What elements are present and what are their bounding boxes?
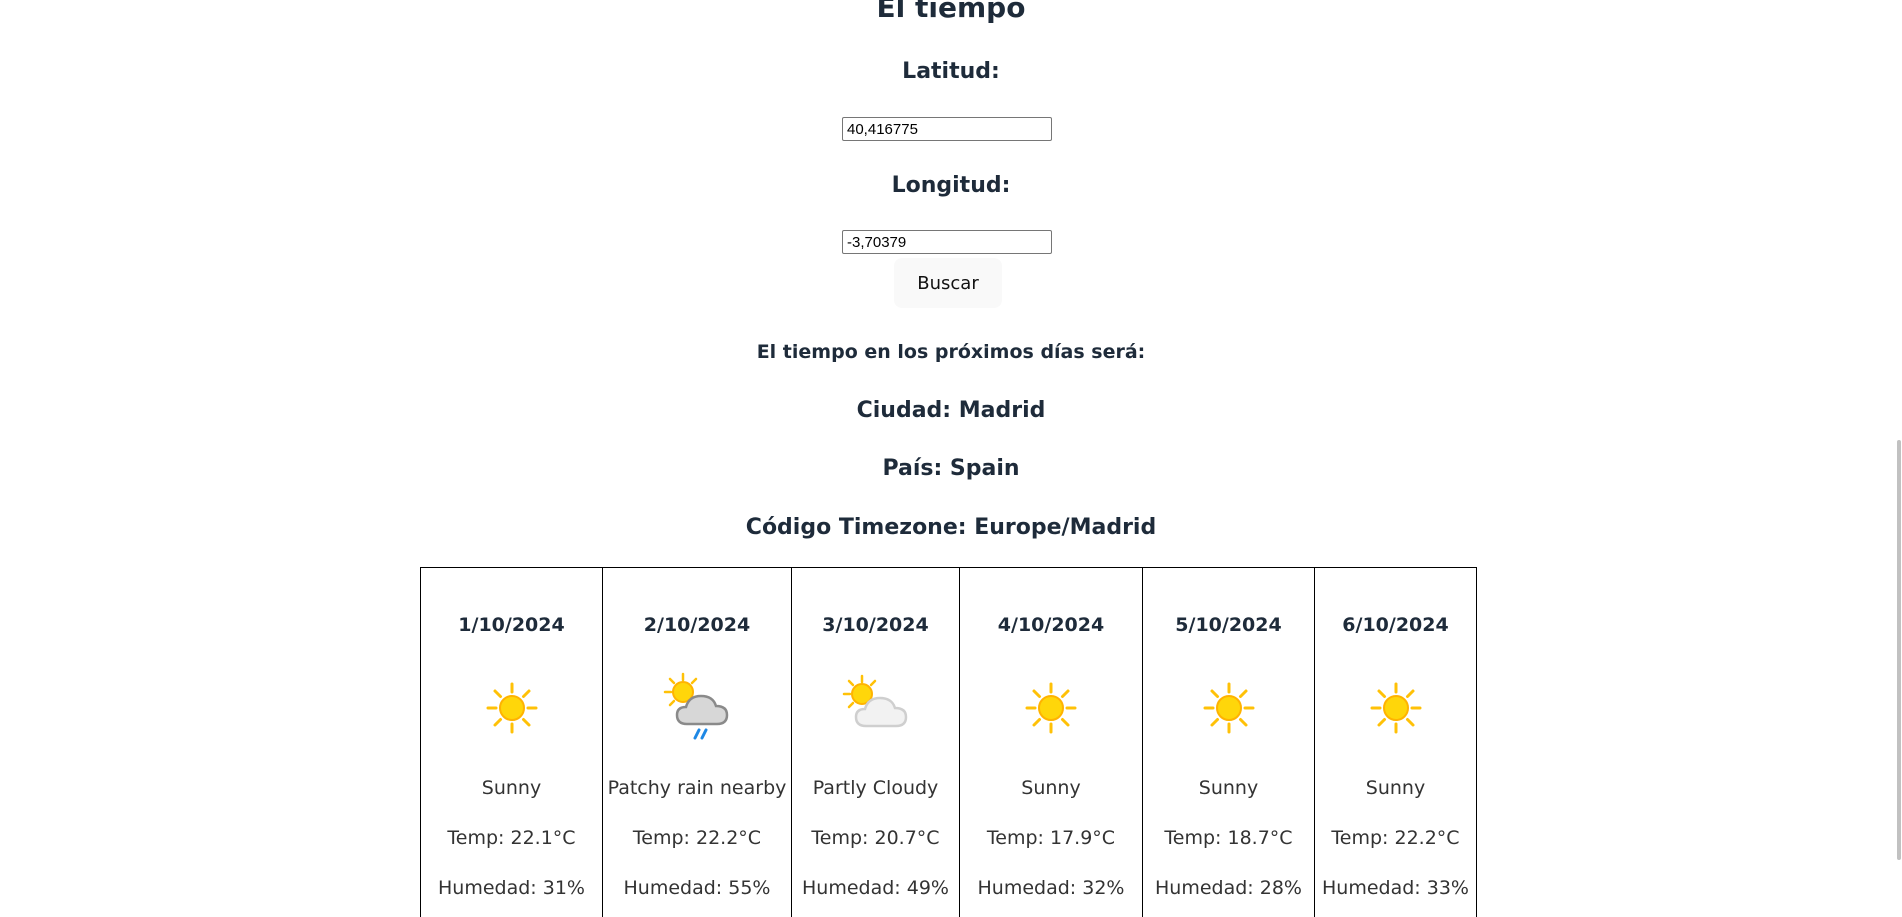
scrollbar-thumb[interactable] xyxy=(1897,440,1901,860)
forecast-day: 3/10/2024 Partly Cloudy Temp: 20.7°C Hum… xyxy=(792,568,960,917)
country-info: País: Spain xyxy=(882,456,1020,481)
forecast-date: 5/10/2024 xyxy=(1175,614,1282,636)
forecast-humidity: Humedad: 49% xyxy=(802,877,949,899)
forecast-temp: Temp: 17.9°C xyxy=(986,827,1116,849)
weather-page: El tiempo Latitud: Longitud: Buscar El t… xyxy=(0,0,1902,917)
forecast-table: 1/10/2024 Sunny Temp: 22.1°C Humedad: 31… xyxy=(420,567,1477,917)
city-info: Ciudad: Madrid xyxy=(856,398,1046,423)
longitude-label: Longitud: xyxy=(891,173,1011,198)
sun-rain-cloud-icon xyxy=(663,672,729,740)
forecast-date: 4/10/2024 xyxy=(997,614,1105,636)
forecast-condition: Patchy rain nearby xyxy=(607,777,787,799)
forecast-day: 5/10/2024 Sunny Temp: 18.7°C Humedad: 28… xyxy=(1143,568,1315,917)
forecast-temp: Temp: 22.1°C xyxy=(447,827,576,849)
forecast-date: 1/10/2024 xyxy=(458,614,565,636)
latitude-label: Latitud: xyxy=(902,59,1000,84)
page-title: El tiempo xyxy=(876,0,1026,24)
sun-cloud-icon xyxy=(842,674,907,728)
forecast-condition: Sunny xyxy=(1198,777,1259,799)
forecast-subtitle: El tiempo en los próximos días será: xyxy=(756,341,1146,363)
timezone-info: Código Timezone: Europe/Madrid xyxy=(745,515,1157,540)
forecast-temp: Temp: 22.2°C xyxy=(632,827,762,849)
forecast-humidity: Humedad: 33% xyxy=(1322,877,1469,899)
sun-icon xyxy=(1370,682,1421,734)
latitude-input[interactable] xyxy=(842,117,1052,141)
forecast-day: 1/10/2024 Sunny Temp: 22.1°C Humedad: 31… xyxy=(421,568,603,917)
forecast-condition: Sunny xyxy=(481,777,542,799)
forecast-humidity: Humedad: 28% xyxy=(1155,877,1302,899)
forecast-day: 4/10/2024 Sunny Temp: 17.9°C Humedad: 32… xyxy=(960,568,1143,917)
forecast-temp: Temp: 22.2°C xyxy=(1331,827,1460,849)
forecast-day: 2/10/2024 Patchy rain nearby Temp: 22.2°… xyxy=(603,568,792,917)
forecast-date: 3/10/2024 xyxy=(822,614,929,636)
forecast-condition: Partly Cloudy xyxy=(812,777,939,799)
forecast-humidity: Humedad: 31% xyxy=(438,877,585,899)
forecast-condition: Sunny xyxy=(1021,777,1081,799)
forecast-temp: Temp: 18.7°C xyxy=(1164,827,1293,849)
forecast-humidity: Humedad: 55% xyxy=(623,877,771,899)
forecast-condition: Sunny xyxy=(1365,777,1426,799)
sun-icon xyxy=(486,682,537,734)
forecast-temp: Temp: 20.7°C xyxy=(811,827,940,849)
page-scrollbar[interactable] xyxy=(1894,0,1902,917)
forecast-date: 2/10/2024 xyxy=(643,614,751,636)
sun-icon xyxy=(1025,682,1077,734)
sun-icon xyxy=(1203,682,1254,734)
longitude-input[interactable] xyxy=(842,230,1052,254)
forecast-humidity: Humedad: 32% xyxy=(977,877,1125,899)
search-button[interactable]: Buscar xyxy=(894,258,1002,308)
forecast-date: 6/10/2024 xyxy=(1342,614,1449,636)
forecast-day: 6/10/2024 Sunny Temp: 22.2°C Humedad: 33… xyxy=(1315,568,1477,917)
